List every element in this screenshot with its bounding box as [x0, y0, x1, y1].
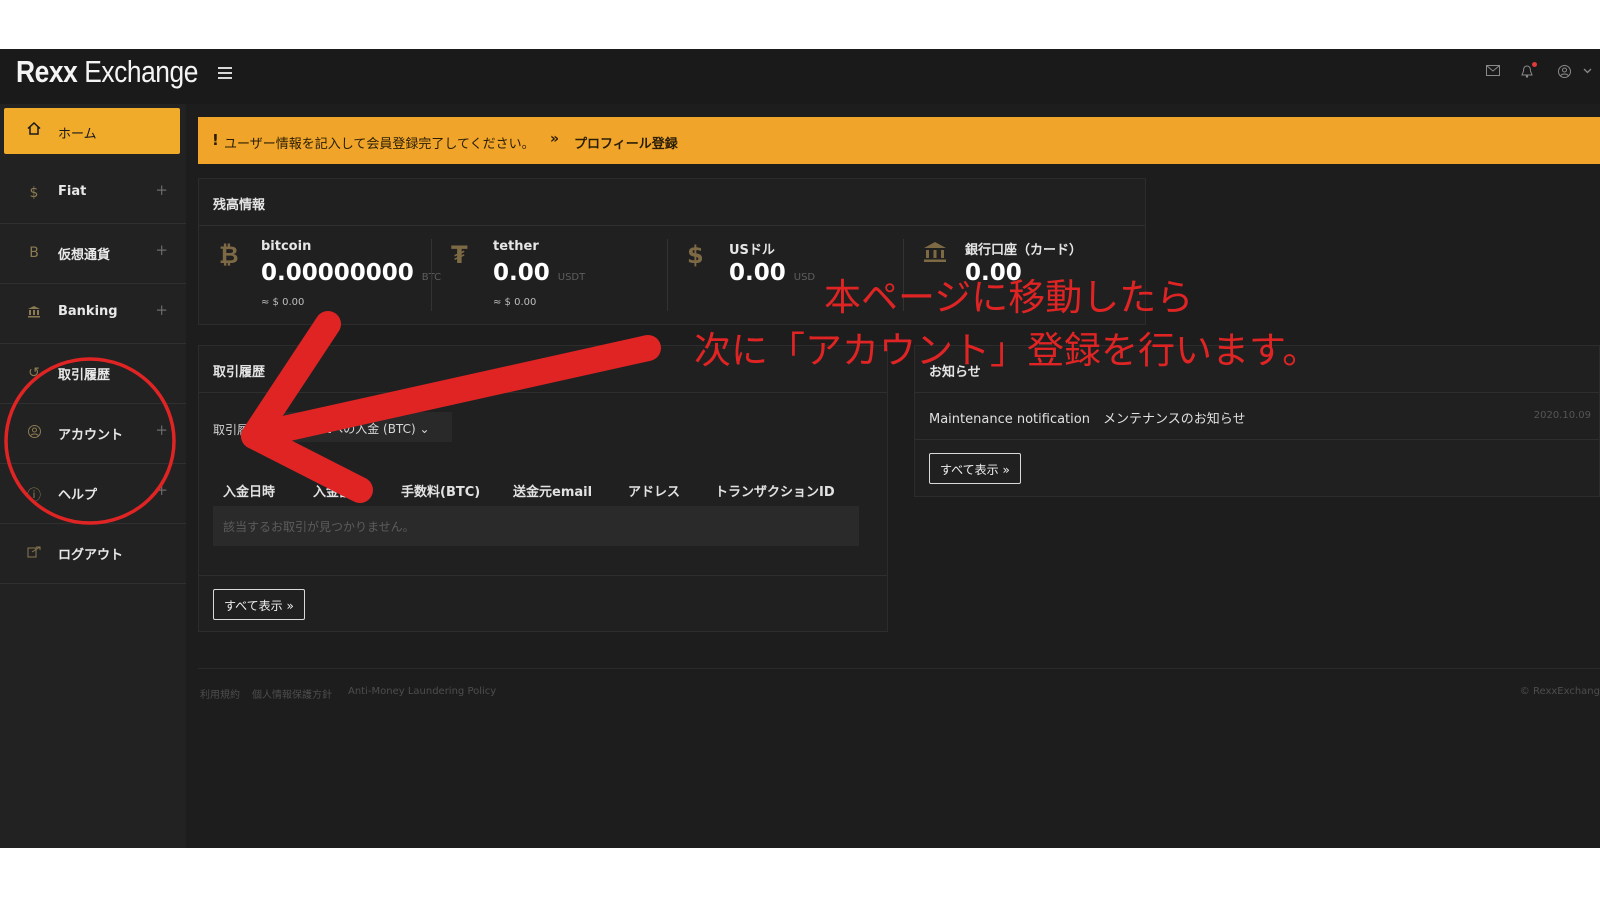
balance-title: 残高情報 [213, 198, 266, 213]
alert-message: ユーザー情報を記入して会員登録完了してください。 [224, 137, 535, 152]
bank-icon [923, 241, 947, 269]
plus-icon[interactable]: + [155, 181, 168, 199]
double-chevron-right-icon: » [1002, 463, 1010, 477]
sidebar-item-logout[interactable]: ログアウト [0, 524, 186, 584]
transaction-type-select[interactable]: Walletへの入金 (BTC) ⌄ [284, 412, 452, 442]
notice-item-title[interactable]: Maintenance notification メンテナンスのお知らせ [929, 408, 1245, 427]
dollar-icon: $ [29, 185, 39, 201]
chevron-down-icon[interactable] [1583, 67, 1592, 77]
sidebar-item-label: アカウント [58, 428, 124, 443]
footer-link-terms[interactable]: 利用規約 [200, 686, 240, 701]
column-header: 入金日時 [223, 485, 276, 500]
column-header: 手数料(BTC) [401, 485, 481, 500]
sidebar-item-label: Fiat [58, 184, 87, 199]
filter-label: 取引履 [213, 423, 250, 437]
column-header: トランザクションID [715, 485, 835, 500]
sidebar-item-home[interactable]: ホーム [4, 108, 180, 154]
view-all-notices-button[interactable]: すべて表示 » [929, 453, 1021, 484]
profile-register-link[interactable]: プロフィール登録 [574, 133, 678, 152]
sidebar-item-account[interactable]: アカウント + [0, 404, 186, 464]
column-header: 送金元email [513, 485, 593, 500]
plus-icon[interactable]: + [155, 301, 168, 319]
view-all-history-button[interactable]: すべて表示 » [213, 589, 305, 620]
history-panel: 取引履歴 取引履 Walletへの入金 (BTC) ⌄ 入金日時 入金額 手数料… [198, 345, 888, 632]
top-bar: Rexx Exchange [0, 49, 1600, 104]
sidebar-item-label: ホーム [58, 127, 97, 142]
chevron-down-icon: ⌄ [419, 422, 430, 436]
sidebar: ホーム $ Fiat + B 仮想通貨 + Banking + ↺ 取引履歴 ア… [0, 104, 186, 848]
column-header: アドレス [628, 485, 681, 500]
sidebar-item-crypto[interactable]: B 仮想通貨 + [0, 224, 186, 284]
double-chevron-right-icon: » [550, 131, 560, 147]
account-icon [26, 425, 42, 442]
plus-icon[interactable]: + [155, 241, 168, 259]
menu-icon[interactable] [218, 67, 232, 80]
tether-icon: ₮ [451, 241, 468, 269]
sidebar-item-label: 仮想通貨 [58, 248, 111, 263]
mail-icon[interactable] [1486, 65, 1500, 80]
app-window: Rexx Exchange ホーム $ Fiat + B 仮想通貨 + Bank… [0, 49, 1600, 848]
dollar-icon: $ [687, 241, 704, 269]
logo[interactable]: Rexx Exchange [16, 54, 198, 90]
balance-item-bitcoin: ₿ bitcoin 0.00000000BTC ≈ $ 0.00 [219, 239, 441, 308]
help-icon: ⓘ [27, 488, 41, 504]
sidebar-item-fiat[interactable]: $ Fiat + [0, 164, 186, 224]
balance-item-tether: ₮ tether 0.00 USDT ≈ $ 0.00 [431, 225, 663, 325]
plus-icon[interactable]: + [155, 421, 168, 439]
bitcoin-icon: B [29, 245, 39, 261]
plus-icon[interactable]: + [155, 481, 168, 499]
home-icon [26, 121, 42, 139]
logout-icon [26, 545, 42, 562]
double-chevron-right-icon: » [286, 599, 294, 613]
sidebar-item-help[interactable]: ⓘ ヘルプ + [0, 464, 186, 524]
exclamation-icon: ! [212, 131, 219, 149]
bell-icon[interactable] [1521, 62, 1537, 82]
sidebar-item-label: ログアウト [58, 548, 124, 563]
footer-link-privacy[interactable]: 個人情報保護方針 [252, 686, 332, 701]
copyright: © RexxExchang [1519, 686, 1600, 697]
column-header: 入金額 [313, 485, 353, 500]
sidebar-item-banking[interactable]: Banking + [0, 284, 186, 344]
profile-alert-bar[interactable]: ! ユーザー情報を記入して会員登録完了してください。 » プロフィール登録 [198, 117, 1600, 164]
notice-item-date: 2020.10.09 [1533, 410, 1591, 421]
sidebar-item-history[interactable]: ↺ 取引履歴 [0, 344, 186, 404]
sidebar-item-label: 取引履歴 [58, 368, 111, 383]
history-icon: ↺ [28, 365, 40, 381]
user-icon[interactable] [1558, 65, 1571, 82]
bitcoin-icon: ₿ [219, 241, 239, 269]
notification-dot [1532, 62, 1537, 67]
sidebar-item-label: Banking [58, 304, 118, 319]
bank-icon [26, 305, 42, 322]
sidebar-item-label: ヘルプ [58, 488, 98, 503]
annotation-line-1: 本ページに移動したら [824, 276, 1194, 319]
empty-table-row: 該当するお取引が見つかりません。 [213, 506, 859, 546]
history-title: 取引履歴 [213, 365, 266, 380]
footer-link-aml[interactable]: Anti-Money Laundering Policy [348, 686, 496, 697]
annotation-line-2: 次に「アカウント」登録を行います。 [694, 329, 1320, 372]
